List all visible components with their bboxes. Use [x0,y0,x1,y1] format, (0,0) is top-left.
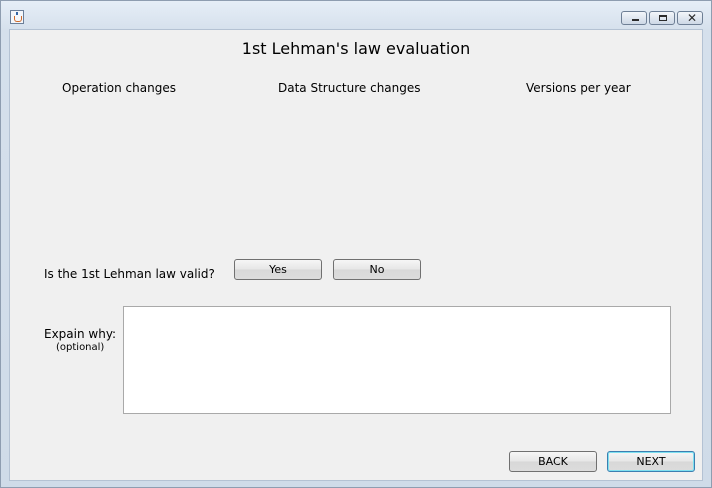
minimize-button[interactable] [621,11,647,25]
data-structure-changes-label: Data Structure changes [278,81,421,95]
title-bar[interactable]: ✕ [1,1,711,28]
explanation-textarea[interactable] [123,306,671,414]
back-button[interactable]: BACK [509,451,597,472]
explain-label: Expain why: [44,327,117,341]
optional-label: (optional) [56,342,105,353]
close-icon: ✕ [687,11,698,25]
minimize-icon [632,19,639,21]
page-title: 1st Lehman's law evaluation [241,39,471,58]
no-button[interactable]: No [333,259,421,280]
yes-button[interactable]: Yes [234,259,322,280]
close-button[interactable]: ✕ [677,11,703,25]
versions-per-year-label: Versions per year [526,81,631,95]
maximize-icon [659,15,667,21]
content-panel: 1st Lehman's law evaluation Operation ch… [9,29,703,481]
question-label: Is the 1st Lehman law valid? [44,267,215,281]
next-button[interactable]: NEXT [607,451,695,472]
window-controls: ✕ [621,11,703,26]
app-window: ✕ 1st Lehman's law evaluation Operation … [0,0,712,488]
maximize-button[interactable] [649,11,675,25]
operation-changes-label: Operation changes [62,81,176,95]
java-app-icon[interactable] [10,10,24,24]
